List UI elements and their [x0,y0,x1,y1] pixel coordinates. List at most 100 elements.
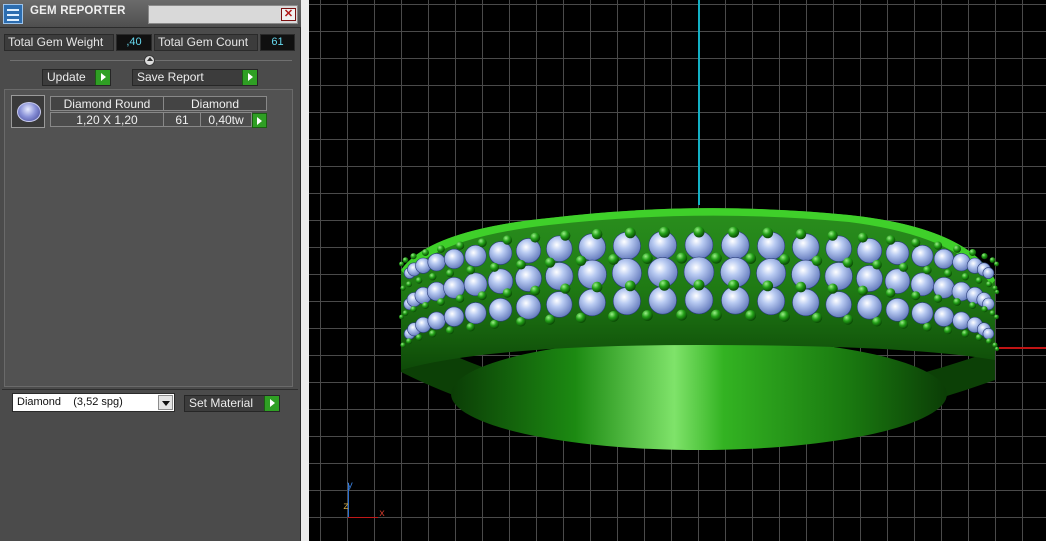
gizmo-x-label: x [379,509,386,520]
prong-bead [502,288,513,298]
update-button-label: Update [47,70,86,84]
prong-bead [489,262,500,272]
update-button[interactable]: Update [42,69,111,86]
close-icon[interactable]: ✕ [281,8,296,21]
prong-bead [981,253,988,260]
prong-bead [421,302,429,309]
play-arrow-icon [242,70,257,85]
prong-bead [455,241,465,250]
diamond-stone [464,302,487,325]
prong-bead [994,289,1000,295]
prong-bead [762,280,774,292]
prong-bead [591,281,603,293]
prong-bead [429,273,437,281]
set-material-button-label: Set Material [189,396,254,410]
round-gem-thumbnail[interactable] [11,95,45,128]
prong-bead [857,285,868,296]
diamond-stone [757,287,786,316]
prong-bead [406,338,412,345]
prong-bead [455,294,465,303]
prong-bead [608,254,619,265]
diamond-stone [612,287,641,316]
prong-bead [728,226,740,238]
prong-bead [560,283,571,294]
diamond-stone [488,241,513,265]
prong-bead [489,319,500,329]
total-gem-count-value: 61 [260,34,295,51]
prong-bead [466,322,475,332]
prong-bead [779,254,790,265]
prong-bead [885,288,896,298]
prong-bead [986,281,992,288]
prong-bead [415,277,423,284]
prong-bead [415,334,423,341]
prong-bead [989,310,996,316]
prong-bead [953,245,961,253]
prong-bead [421,249,429,256]
prong-bead [693,226,705,238]
diamond-stone [933,306,955,327]
prong-bead [953,298,961,306]
prong-bead [923,265,932,275]
prong-bead [745,310,757,321]
prong-bead [516,259,526,270]
prong-bead [502,235,513,245]
prong-bead [410,306,417,313]
gem-shape-header: Diamond Round [50,96,164,111]
diamond-stone [578,288,606,317]
material-dropdown[interactable]: Diamond (3,52 spg) [12,393,175,412]
ring-inner-surface [451,338,947,450]
gem-row-action-icon[interactable] [252,113,267,128]
prong-bead [658,279,670,291]
diamond-stone [427,253,446,272]
diamond-stone [426,281,447,302]
diamond-stone [982,327,995,340]
totals-row: Total Gem Weight ,40 Total Gem Count 61 [4,34,296,51]
save-report-button[interactable]: Save Report [132,69,258,86]
prong-bead [898,319,909,329]
chevron-down-icon[interactable] [158,395,173,410]
panel-splitter[interactable] [301,0,309,541]
diamond-stone [444,306,465,327]
prong-bead [986,338,992,345]
prong-bead [795,281,807,293]
prong-bead [544,257,556,268]
gizmo-x-line [348,517,378,518]
prong-bead [400,342,406,348]
prong-bead [994,346,1000,352]
gem-material-header: Diamond [163,96,267,111]
prong-bead [400,285,406,291]
prong-bead [885,235,896,245]
diamond-stone [885,241,910,265]
prong-bead [961,330,969,338]
prong-bead [591,228,603,240]
prong-bead [399,261,404,267]
prong-bead [872,259,882,270]
diamond-stone [825,291,852,318]
prong-bead [446,326,454,335]
prong-bead [446,269,454,278]
prong-bead [693,279,705,291]
gem-count-cell: 61 [163,112,201,127]
prong-bead [575,255,587,266]
diamond-stone [546,291,573,318]
collapse-up-icon[interactable] [144,55,155,66]
prong-bead [399,314,404,320]
ring-model[interactable] [309,0,1046,541]
set-material-button[interactable]: Set Material [184,395,280,412]
prong-bead [530,285,541,296]
prong-bead [676,309,688,321]
titlebar-fill [148,5,298,24]
prong-bead [437,298,445,306]
prong-bead [857,232,868,243]
gem-weight-cell: 0,40tw [200,112,252,127]
panel-titlebar[interactable]: GEM REPORTER ✕ [0,0,301,28]
3d-viewport[interactable]: y z x [309,0,1046,541]
prong-bead [944,326,952,335]
prong-bead [811,255,823,266]
prong-bead [994,261,999,267]
prong-bead [641,310,653,321]
diamond-stone [427,311,446,330]
prong-bead [975,277,983,284]
axis-gizmo: y z x [343,481,388,523]
